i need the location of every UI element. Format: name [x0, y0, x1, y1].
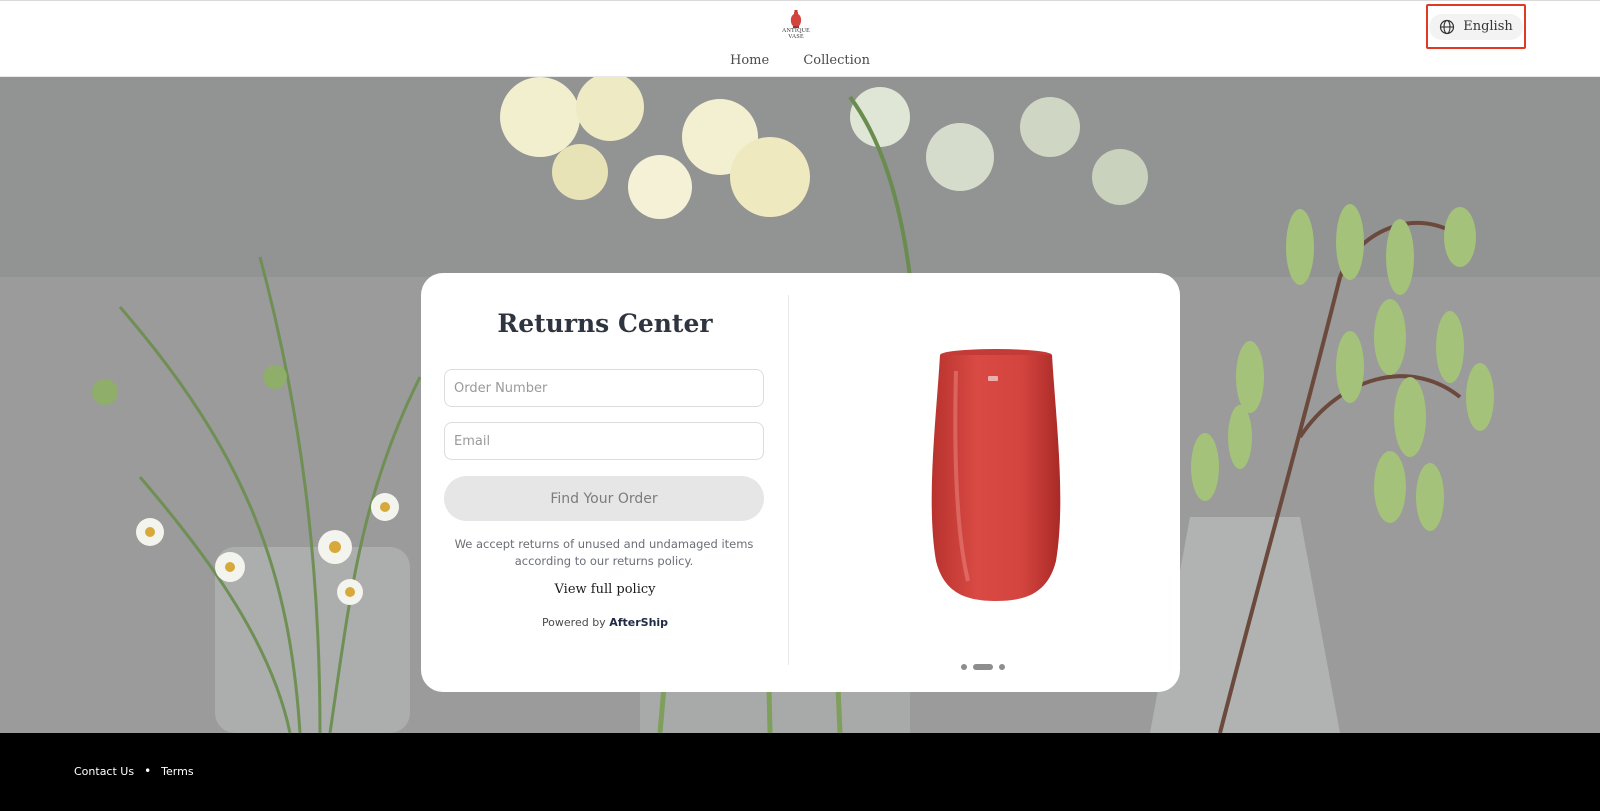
carousel-dot-2[interactable]	[973, 664, 993, 670]
carousel-dots	[961, 664, 1005, 670]
hero-background: Returns Center Find Your Order We accept…	[0, 77, 1600, 733]
logo-text: ANTIQUE VASE	[781, 28, 811, 40]
nav-home[interactable]: Home	[730, 53, 769, 68]
powered-by: Powered by AfterShip	[421, 616, 789, 629]
returns-policy-text: We accept returns of unused and undamage…	[454, 537, 754, 568]
contact-us-link[interactable]: Contact Us	[74, 765, 134, 778]
footer-separator: •	[144, 764, 152, 778]
aftership-brand[interactable]: AfterShip	[609, 616, 668, 629]
view-policy-link[interactable]: View full policy	[421, 582, 789, 597]
carousel-dot-3[interactable]	[999, 664, 1005, 670]
nav-collection[interactable]: Collection	[803, 53, 870, 68]
globe-icon	[1440, 19, 1455, 34]
language-selector-inner[interactable]: English	[1429, 13, 1523, 40]
page-title: Returns Center	[497, 309, 713, 338]
vase-logo-icon	[790, 10, 802, 28]
returns-card: Returns Center Find Your Order We accept…	[421, 273, 1180, 692]
vase-product-image	[931, 349, 1061, 601]
powered-by-label: Powered by	[541, 616, 606, 629]
carousel-dot-1[interactable]	[961, 664, 967, 670]
find-order-button[interactable]: Find Your Order	[444, 476, 764, 521]
footer: Contact Us • Terms	[0, 733, 1600, 811]
language-selector[interactable]: English	[1426, 4, 1526, 49]
email-input[interactable]	[444, 422, 764, 460]
main-nav: Home Collection	[0, 53, 1600, 68]
terms-link[interactable]: Terms	[161, 765, 193, 778]
footer-links: Contact Us • Terms	[74, 764, 194, 778]
card-divider	[788, 295, 789, 665]
top-header: ANTIQUE VASE Home Collection English	[0, 0, 1600, 77]
brand-logo[interactable]: ANTIQUE VASE	[778, 10, 814, 40]
order-number-input[interactable]	[444, 369, 764, 407]
language-label: English	[1463, 19, 1513, 34]
